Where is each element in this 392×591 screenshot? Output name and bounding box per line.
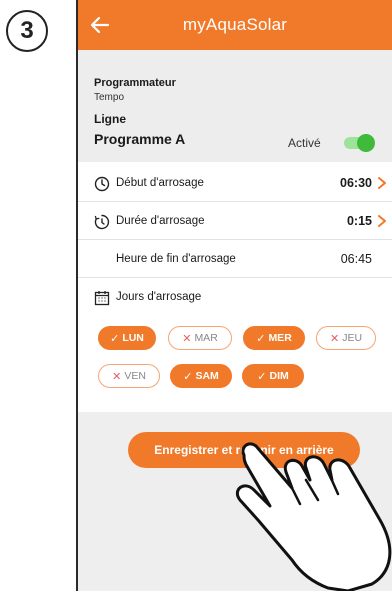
end-time-value: 06:45 xyxy=(340,252,372,266)
duration-label: Durée d'arrosage xyxy=(116,215,205,227)
day-pill-dim[interactable]: ✓ DIM xyxy=(242,364,304,388)
start-time-row[interactable]: Début d'arrosage 06:30 xyxy=(78,166,392,202)
days-label: Jours d'arrosage xyxy=(116,291,202,303)
active-label: Activé xyxy=(288,136,321,150)
chevron-right-icon xyxy=(378,215,386,227)
step-number-badge: 3 xyxy=(6,10,48,52)
cross-icon: ✕ xyxy=(329,332,340,345)
days-header-row: Jours d'arrosage xyxy=(78,280,392,316)
program-header: Programmateur Tempo Ligne Programme A Ac… xyxy=(78,50,392,162)
day-pill-jeu[interactable]: ✕ JEU xyxy=(316,326,376,350)
start-time-value: 06:30 xyxy=(340,176,372,190)
day-pill-lun[interactable]: ✓ LUN xyxy=(98,326,156,350)
cross-icon: ✕ xyxy=(182,332,192,345)
clock-icon xyxy=(94,176,110,192)
check-icon: ✓ xyxy=(110,332,120,345)
line-label: Ligne xyxy=(94,112,126,126)
check-icon: ✓ xyxy=(183,370,193,383)
save-and-back-button[interactable]: Enregistrer et revenir en arrière xyxy=(128,432,360,468)
programmer-label: Programmateur xyxy=(94,77,176,89)
phone-screen: myAquaSolar Programmateur Tempo Ligne Pr… xyxy=(76,0,392,591)
settings-card: Début d'arrosage 06:30 Durée d'arrosage … xyxy=(78,162,392,412)
app-title: myAquaSolar xyxy=(182,15,288,34)
chevron-right-icon xyxy=(378,177,386,189)
check-icon: ✓ xyxy=(257,370,267,383)
day-pill-ven[interactable]: ✕ VEN xyxy=(98,364,160,388)
active-toggle[interactable] xyxy=(344,134,375,152)
day-pill-mar[interactable]: ✕ MAR xyxy=(168,326,232,350)
day-pill-sam[interactable]: ✓ SAM xyxy=(170,364,232,388)
cross-icon: ✕ xyxy=(112,370,122,383)
check-icon: ✓ xyxy=(256,332,266,345)
programmer-value: Tempo xyxy=(94,92,125,103)
end-time-row: Heure de fin d'arrosage 06:45 xyxy=(78,242,392,278)
timer-icon xyxy=(94,214,110,230)
calendar-icon xyxy=(94,291,110,306)
day-pill-mer[interactable]: ✓ MER xyxy=(243,326,305,350)
toggle-knob xyxy=(357,134,375,152)
duration-value: 0:15 xyxy=(346,214,372,228)
start-time-label: Début d'arrosage xyxy=(116,177,204,189)
app-header: myAquaSolar xyxy=(78,0,392,50)
back-arrow-icon[interactable] xyxy=(88,13,112,37)
end-time-label: Heure de fin d'arrosage xyxy=(116,253,236,265)
program-name: Programme A xyxy=(94,131,186,147)
duration-row[interactable]: Durée d'arrosage 0:15 xyxy=(78,204,392,240)
